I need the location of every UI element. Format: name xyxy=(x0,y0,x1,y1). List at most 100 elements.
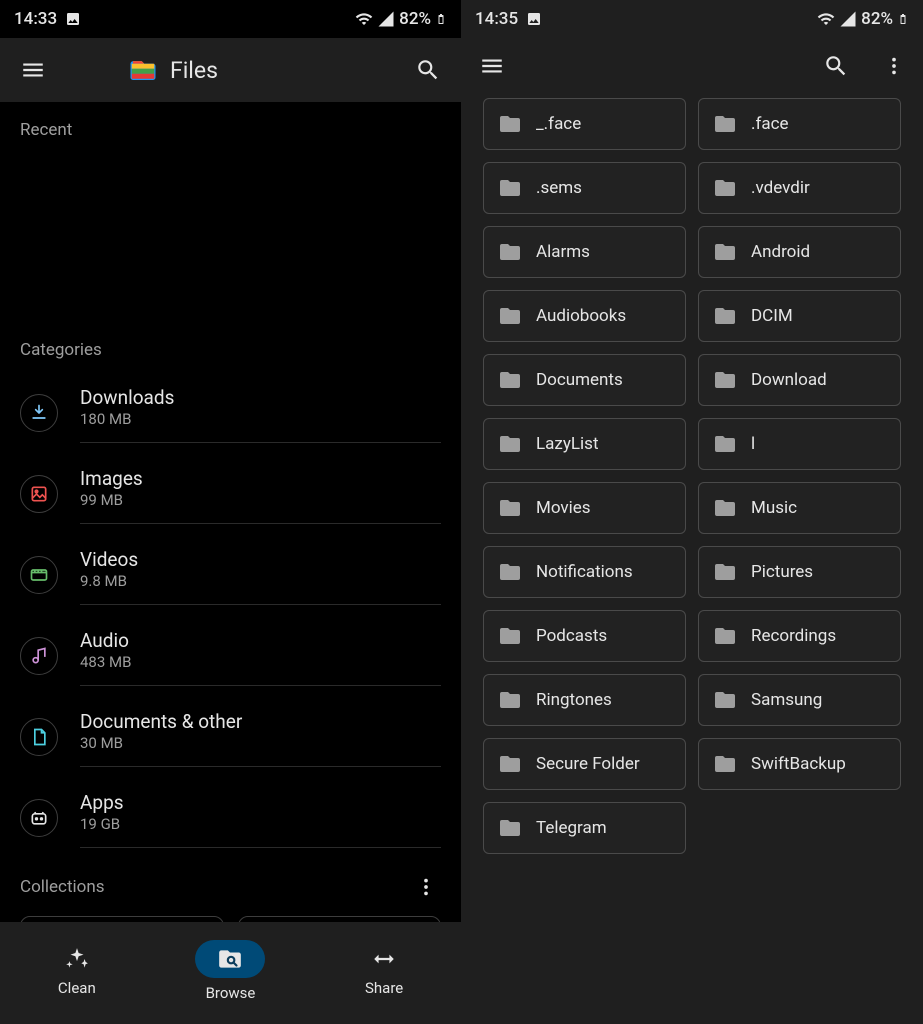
wifi-icon xyxy=(817,10,835,28)
folder-item[interactable]: Secure Folder xyxy=(483,738,686,790)
folder-icon xyxy=(713,560,737,584)
category-size: 9.8 MB xyxy=(80,572,441,590)
folder-icon xyxy=(498,496,522,520)
folder-item[interactable]: _.face xyxy=(483,98,686,150)
video-icon xyxy=(20,556,58,594)
gallery-icon xyxy=(526,11,542,27)
categories-list: Downloads180 MB Images99 MB Videos9.8 MB… xyxy=(0,372,461,858)
folder-name: Ringtones xyxy=(536,690,612,710)
document-icon xyxy=(20,718,58,756)
gallery-icon xyxy=(65,11,81,27)
share-icon xyxy=(371,946,397,972)
storage-browse-screen: 14:35 82% _.fac xyxy=(461,0,923,1024)
folder-icon xyxy=(498,688,522,712)
category-size: 99 MB xyxy=(80,491,441,509)
folder-name: l xyxy=(751,434,755,454)
folder-icon xyxy=(713,752,737,776)
folder-name: Documents xyxy=(536,370,623,390)
folder-icon xyxy=(498,240,522,264)
nav-browse-label: Browse xyxy=(206,984,256,1002)
folder-item[interactable]: SwiftBackup xyxy=(698,738,901,790)
folder-item[interactable]: .vdevdir xyxy=(698,162,901,214)
folder-item[interactable]: DCIM xyxy=(698,290,901,342)
status-time: 14:35 xyxy=(475,9,518,29)
status-bar: 14:33 82% xyxy=(0,0,461,38)
battery-icon xyxy=(435,10,447,28)
folder-icon xyxy=(713,176,737,200)
files-app-screen: 14:33 82% xyxy=(0,0,461,1024)
collections-tiles xyxy=(0,910,461,922)
folder-item[interactable]: Audiobooks xyxy=(483,290,686,342)
category-videos[interactable]: Videos9.8 MB xyxy=(0,534,461,615)
folder-name: Alarms xyxy=(536,242,590,262)
category-apps[interactable]: Apps19 GB xyxy=(0,777,461,858)
folder-item[interactable]: Pictures xyxy=(698,546,901,598)
folder-icon xyxy=(498,304,522,328)
search-button[interactable] xyxy=(411,53,445,87)
download-icon xyxy=(20,394,58,432)
folder-name: Telegram xyxy=(536,818,607,838)
browse-icon xyxy=(217,946,243,972)
folder-item[interactable]: Download xyxy=(698,354,901,406)
app-bar xyxy=(461,38,923,94)
folder-name: .sems xyxy=(536,178,582,198)
category-documents[interactable]: Documents & other30 MB xyxy=(0,696,461,777)
folder-icon xyxy=(498,816,522,840)
folder-name: Notifications xyxy=(536,562,633,582)
folder-name: Movies xyxy=(536,498,591,518)
folder-item[interactable]: Ringtones xyxy=(483,674,686,726)
menu-icon xyxy=(479,53,505,79)
battery-icon xyxy=(897,10,909,28)
category-name: Audio xyxy=(80,629,441,652)
main-content: Recent Categories Downloads180 MB Images… xyxy=(0,102,461,922)
folder-name: _.face xyxy=(536,114,581,134)
more-icon xyxy=(415,876,437,898)
categories-title: Categories xyxy=(0,322,461,372)
app-bar: Files xyxy=(0,38,461,102)
folder-item[interactable]: Samsung xyxy=(698,674,901,726)
folder-name: .vdevdir xyxy=(751,178,810,198)
menu-button[interactable] xyxy=(16,53,50,87)
folder-item[interactable]: LazyList xyxy=(483,418,686,470)
folder-item[interactable]: .sems xyxy=(483,162,686,214)
folder-item[interactable]: Android xyxy=(698,226,901,278)
folder-item[interactable]: .face xyxy=(698,98,901,150)
apps-icon xyxy=(20,799,58,837)
category-audio[interactable]: Audio483 MB xyxy=(0,615,461,696)
status-battery-pct: 82% xyxy=(861,9,893,29)
folder-item[interactable]: Telegram xyxy=(483,802,686,854)
category-name: Apps xyxy=(80,791,441,814)
audio-icon xyxy=(20,637,58,675)
nav-share[interactable]: Share xyxy=(324,945,444,997)
folder-name: Audiobooks xyxy=(536,306,626,326)
category-downloads[interactable]: Downloads180 MB xyxy=(0,372,461,453)
folder-icon xyxy=(498,176,522,200)
folder-name: Podcasts xyxy=(536,626,607,646)
folder-icon xyxy=(713,304,737,328)
signal-icon xyxy=(839,10,857,28)
folder-name: Recordings xyxy=(751,626,836,646)
folder-item[interactable]: Documents xyxy=(483,354,686,406)
folder-name: LazyList xyxy=(536,434,599,454)
menu-button[interactable] xyxy=(475,49,509,83)
folder-name: DCIM xyxy=(751,306,793,326)
folder-item[interactable]: Music xyxy=(698,482,901,534)
wifi-icon xyxy=(355,10,373,28)
folder-item[interactable]: Alarms xyxy=(483,226,686,278)
nav-browse[interactable]: Browse xyxy=(170,940,290,1002)
folder-item[interactable]: Recordings xyxy=(698,610,901,662)
category-images[interactable]: Images99 MB xyxy=(0,453,461,534)
nav-clean[interactable]: Clean xyxy=(17,945,137,997)
category-size: 19 GB xyxy=(80,815,441,833)
sparkle-icon xyxy=(64,946,90,972)
more-button[interactable] xyxy=(879,51,909,81)
folder-item[interactable]: l xyxy=(698,418,901,470)
folder-name: Secure Folder xyxy=(536,754,640,774)
collections-more-button[interactable] xyxy=(411,872,441,902)
search-button[interactable] xyxy=(819,49,853,83)
folder-item[interactable]: Podcasts xyxy=(483,610,686,662)
category-name: Images xyxy=(80,467,441,490)
folder-item[interactable]: Notifications xyxy=(483,546,686,598)
folder-item[interactable]: Movies xyxy=(483,482,686,534)
folder-name: Music xyxy=(751,498,797,518)
